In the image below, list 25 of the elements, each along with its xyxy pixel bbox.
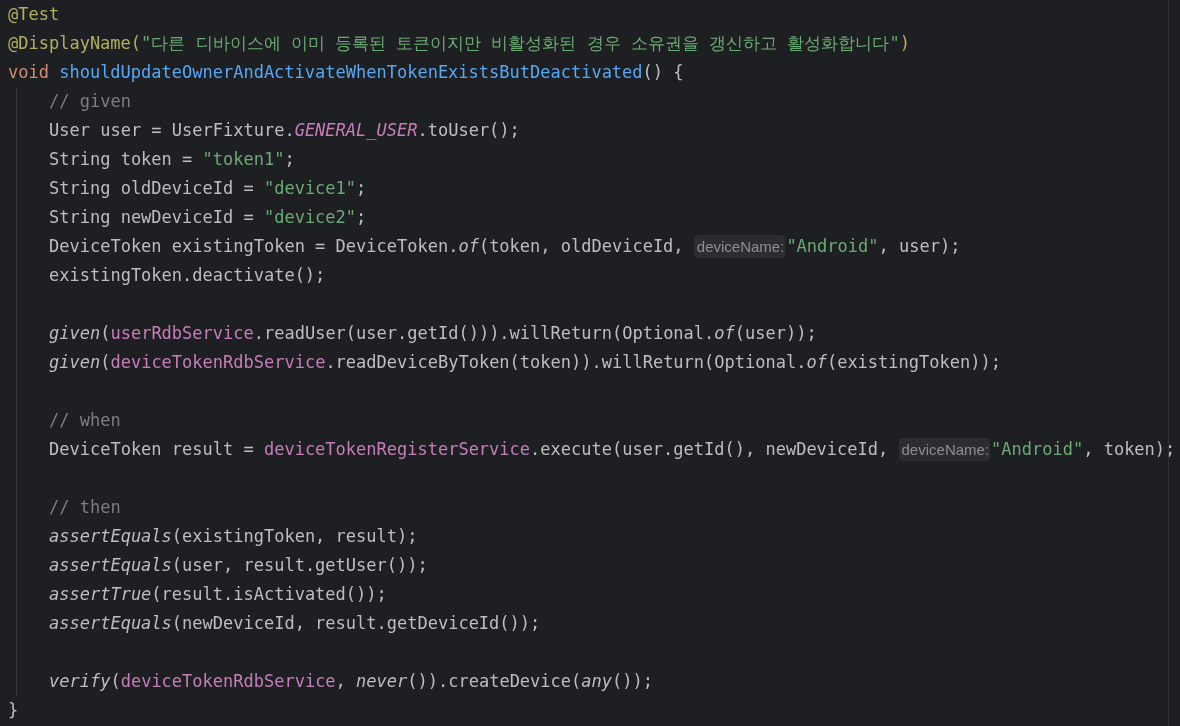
code-text: @DisplayName("다른 디바이스에 이미 등록된 토큰이지만 비활성화된 경우 소유권을 갱신하고 활성화합니다"): [8, 32, 910, 55]
code-text: given(deviceTokenRdbService.readDeviceByToken(token)).willReturn(Optional.of(existingToken));: [49, 351, 1001, 374]
code-text: assertTrue(result.isActivated());: [49, 583, 387, 606]
code-text: User user = UserFixture.GENERAL_USER.toUser();: [49, 119, 520, 142]
code-text: // given: [49, 90, 131, 113]
code-text: // then: [49, 496, 121, 519]
code-text: DeviceToken result = deviceTokenRegisterService.execute(user.getId(), newDeviceId,: [49, 438, 890, 461]
code-text: void shouldUpdateOwnerAndActivateWhenTokenExistsButDeactivated() {: [8, 61, 684, 84]
code-text: assertEquals(existingToken, result);: [49, 525, 418, 548]
code-text: String oldDeviceId = "device1";: [49, 177, 367, 200]
code-text: // when: [49, 409, 121, 432]
code-text: "Android", token);: [991, 438, 1176, 461]
parameter-hint: deviceName:: [693, 235, 786, 258]
code-text: }: [8, 699, 19, 722]
code-text: verify(deviceTokenRdbService, never()).createDevice(any());: [49, 670, 653, 693]
code-text: assertEquals(user, result.getUser());: [49, 554, 428, 577]
parameter-hint: deviceName:: [898, 438, 991, 461]
code-text: existingToken.deactivate();: [49, 264, 326, 287]
code-text: String token = "token1";: [49, 148, 295, 171]
code-text: assertEquals(newDeviceId, result.getDeviceId());: [49, 612, 541, 635]
code-text: String newDeviceId = "device2";: [49, 206, 367, 229]
code-text: @Test: [8, 3, 60, 26]
code-text: "Android", user);: [786, 235, 961, 258]
code-text: DeviceToken existingToken = DeviceToken.of(token, oldDeviceId,: [49, 235, 685, 258]
code-text: given(userRdbService.readUser(user.getId())).willReturn(Optional.of(user));: [49, 322, 817, 345]
